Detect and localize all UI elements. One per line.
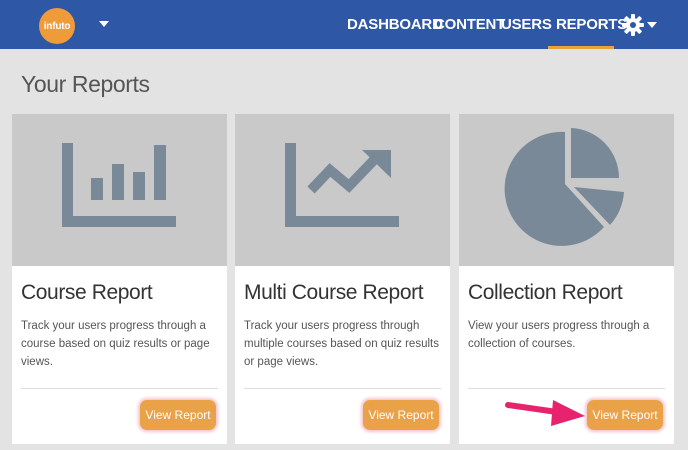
view-report-button[interactable]: View Report [587,400,663,430]
nav-dashboard[interactable]: DASHBOARD [347,16,443,33]
view-report-button[interactable]: View Report [140,400,216,430]
card-description: Track your users progress through a cour… [21,320,210,368]
settings-chevron-down-icon[interactable] [647,22,657,28]
nav-content[interactable]: CONTENT [434,16,505,33]
card-title: Course Report [21,281,153,304]
divider [468,388,665,389]
chevron-down-icon[interactable] [99,21,109,27]
card-course-report: Course Report Track your users progress … [12,114,227,444]
pie-chart-icon [504,128,624,246]
card-image [235,114,450,266]
view-report-button[interactable]: View Report [363,400,439,430]
card-title: Collection Report [468,281,623,304]
divider [21,388,218,389]
logo-text: infuto [43,20,71,32]
top-nav-bar: infuto DASHBOARD CONTENT USERS REPORTS [0,0,688,49]
nav-reports[interactable]: REPORTS [556,16,627,33]
card-description: View your users progress through a colle… [468,320,650,350]
active-nav-indicator [548,46,614,49]
card-title: Multi Course Report [244,281,424,304]
page-title: Your Reports [21,71,150,97]
card-image [459,114,674,266]
line-chart-icon [285,143,399,227]
divider [244,388,441,389]
card-image [12,114,227,266]
card-description: Track your users progress through multip… [244,320,439,368]
nav-users[interactable]: USERS [501,16,552,33]
bar-chart-icon [62,143,176,227]
annotation-arrow-icon [505,400,585,426]
gear-icon[interactable] [621,13,645,37]
logo[interactable]: infuto [39,8,75,44]
card-multi-course-report: Multi Course Report Track your users pro… [235,114,450,444]
